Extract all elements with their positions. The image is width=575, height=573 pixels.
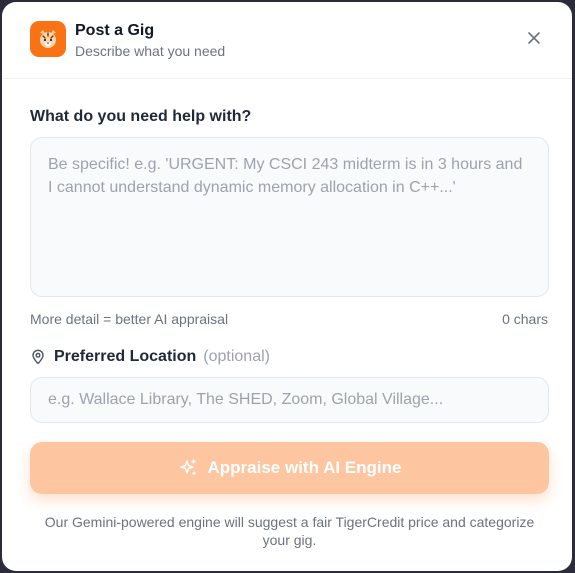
tiger-icon xyxy=(30,21,66,57)
appraise-button-label: Appraise with AI Engine xyxy=(207,458,402,477)
post-gig-modal: Post a Gig Describe what you need What d… xyxy=(2,2,572,571)
description-textarea[interactable] xyxy=(30,137,549,297)
footer-note: Our Gemini-powered engine will suggest a… xyxy=(44,514,535,548)
location-label-row: Preferred Location (optional) xyxy=(30,348,270,366)
modal-title: Post a Gig xyxy=(75,22,155,39)
modal-header: Post a Gig Describe what you need xyxy=(2,2,572,79)
modal-subtitle: Describe what you need xyxy=(75,43,226,59)
description-label: What do you need help with? xyxy=(30,108,252,125)
description-hint: More detail = better AI appraisal xyxy=(30,311,229,327)
location-input[interactable] xyxy=(30,377,549,423)
appraise-button[interactable]: Appraise with AI Engine xyxy=(30,442,549,494)
close-icon[interactable] xyxy=(526,30,542,46)
map-pin-icon xyxy=(30,349,46,365)
char-count: 0 chars xyxy=(502,311,548,327)
location-optional-tag: (optional) xyxy=(203,348,270,365)
sparkles-icon xyxy=(178,458,198,478)
location-label: Preferred Location xyxy=(54,348,197,365)
